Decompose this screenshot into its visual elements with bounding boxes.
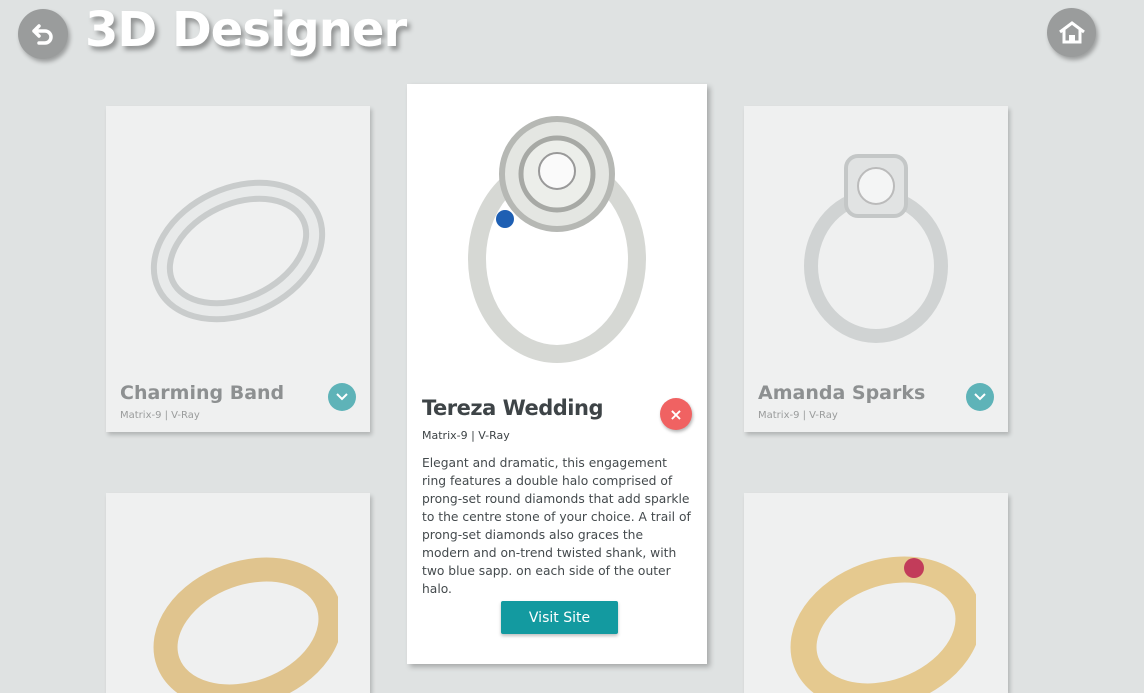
detail-name: Tereza Wedding — [422, 396, 604, 420]
card-name: Amanda Sparks — [758, 382, 926, 404]
detail-subtitle: Matrix-9 | V-Ray — [422, 429, 510, 442]
close-button[interactable]: × — [660, 398, 692, 430]
ring-card-amanda-sparks[interactable]: Amanda Sparks Matrix-9 | V-Ray — [744, 106, 1008, 432]
ring-image — [106, 493, 370, 693]
back-button[interactable] — [18, 9, 68, 59]
close-icon: × — [669, 404, 683, 424]
visit-site-button[interactable]: Visit Site — [501, 601, 618, 634]
home-icon — [1058, 20, 1085, 43]
page-title: 3D Designer — [85, 2, 407, 58]
ring-card-gold-band[interactable] — [106, 493, 370, 693]
ring-detail-panel: Tereza Wedding Matrix-9 | V-Ray × Elegan… — [407, 84, 707, 664]
chevron-down-icon — [336, 393, 348, 401]
expand-button[interactable] — [966, 383, 994, 411]
chevron-down-icon — [974, 393, 986, 401]
ring-image — [744, 493, 1008, 693]
ring-image — [106, 106, 370, 376]
ring-image — [744, 106, 1008, 376]
ring-card-gold-ruby[interactable] — [744, 493, 1008, 693]
ring-image — [407, 84, 707, 384]
detail-description: Elegant and dramatic, this engagement ri… — [422, 456, 691, 596]
card-name: Charming Band — [120, 382, 285, 404]
home-button[interactable] — [1047, 8, 1096, 57]
ring-card-charming-band[interactable]: Charming Band Matrix-9 | V-Ray — [106, 106, 370, 432]
card-subtitle: Matrix-9 | V-Ray — [758, 410, 838, 421]
card-subtitle: Matrix-9 | V-Ray — [120, 410, 200, 421]
expand-button[interactable] — [328, 383, 356, 411]
back-arrow-icon — [32, 24, 53, 45]
